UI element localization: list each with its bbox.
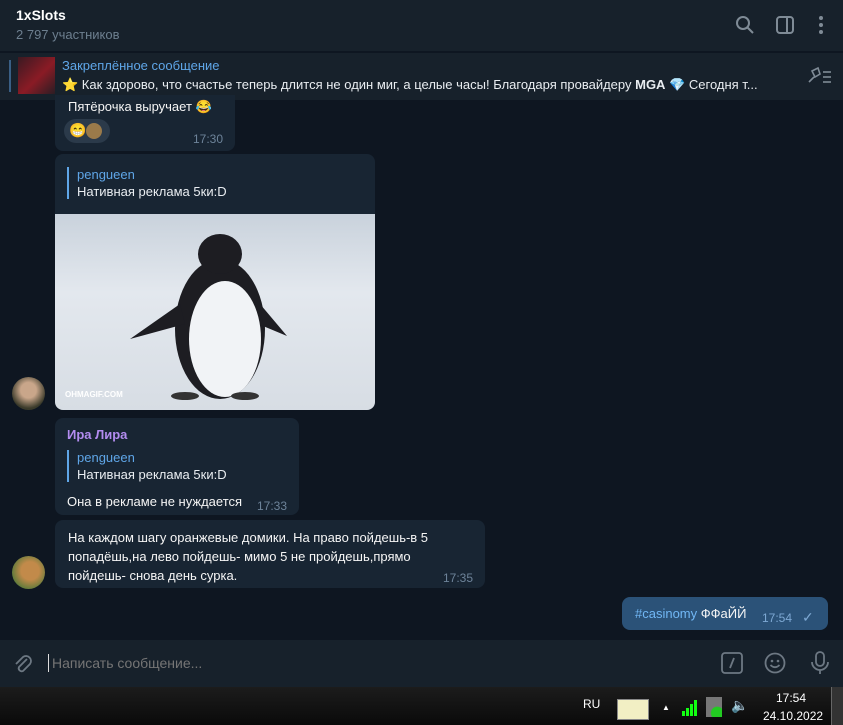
user-avatar[interactable] [12,377,45,410]
pin-list-icon[interactable] [806,65,832,85]
penguin-gif[interactable]: OHMAGIF.COM [55,214,375,410]
message-time: 17:35 [443,571,474,585]
reply-preview[interactable]: pengueen Нативная реклама 5ки:D [67,167,227,199]
pen-input-icon[interactable] [617,699,649,720]
pinned-thumbnail [18,57,55,94]
pinned-indicator [9,60,11,92]
message-text: #casinomy ФФаЙЙ [635,606,746,621]
message-time: 17:54 [762,611,793,625]
sender-name[interactable]: Ира Лира [67,427,127,442]
reply-text: Нативная реклама 5ки:D [77,184,227,199]
reply-text: Нативная реклама 5ки:D [77,467,227,482]
user-avatar[interactable] [12,556,45,589]
show-hidden-icons[interactable]: ▲ [662,703,670,712]
clock-date[interactable]: 24.10.2022 [763,709,823,723]
bot-commands-icon[interactable] [721,652,743,674]
network-signal-icon[interactable] [682,698,698,716]
penguin-image [130,234,287,400]
hashtag-link[interactable]: #casinomy [635,606,697,621]
message-input[interactable] [52,652,692,674]
reactor-avatar [86,123,103,140]
pinned-text-part: 💎 Сегодня т... [665,77,758,92]
chat-title[interactable]: 1xSlots [16,7,66,23]
member-count: 2 797 участников [16,27,120,42]
text-cursor [48,654,49,672]
reply-name: pengueen [77,167,135,182]
volume-icon[interactable]: 🔈 [731,697,748,714]
search-icon[interactable] [734,14,756,36]
pinned-text-bold: MGA [635,77,666,92]
reply-preview[interactable]: pengueen Нативная реклама 5ки:D [67,450,227,482]
microphone-icon[interactable] [810,651,830,675]
reply-name: pengueen [77,450,135,465]
reaction-emoji: 😁 [69,122,87,138]
show-desktop-button[interactable] [831,687,843,725]
sidebar-toggle-icon[interactable] [774,14,796,36]
pinned-text: ⭐ Как здорово, что счастье теперь длится… [62,77,790,93]
reaction-chip[interactable]: 😁 [64,119,110,143]
sent-check-icon: ✓ [802,609,814,625]
message-time: 17:33 [257,499,288,513]
message-time: 17:30 [193,132,224,146]
message-text: Она в рекламе не нуждается [67,494,243,509]
pinned-text-part: ⭐ Как здорово, что счастье теперь длится… [62,77,636,92]
language-indicator[interactable]: RU [583,697,600,711]
more-icon[interactable] [810,14,832,36]
pinned-label: Закреплённое сообщение [62,58,220,73]
clock-time[interactable]: 17:54 [776,691,806,705]
safely-remove-icon[interactable] [706,697,722,717]
message-text: На каждом шагу оранжевые домики. На прав… [68,530,429,583]
message-text-part: ФФаЙЙ [697,606,747,621]
gif-watermark: OHMAGIF.COM [65,390,123,399]
emoji-icon[interactable] [764,652,786,674]
attach-icon[interactable] [12,653,34,675]
chat-header [0,0,843,51]
message-text: Пятёрочка выручает 😂 [68,99,212,114]
